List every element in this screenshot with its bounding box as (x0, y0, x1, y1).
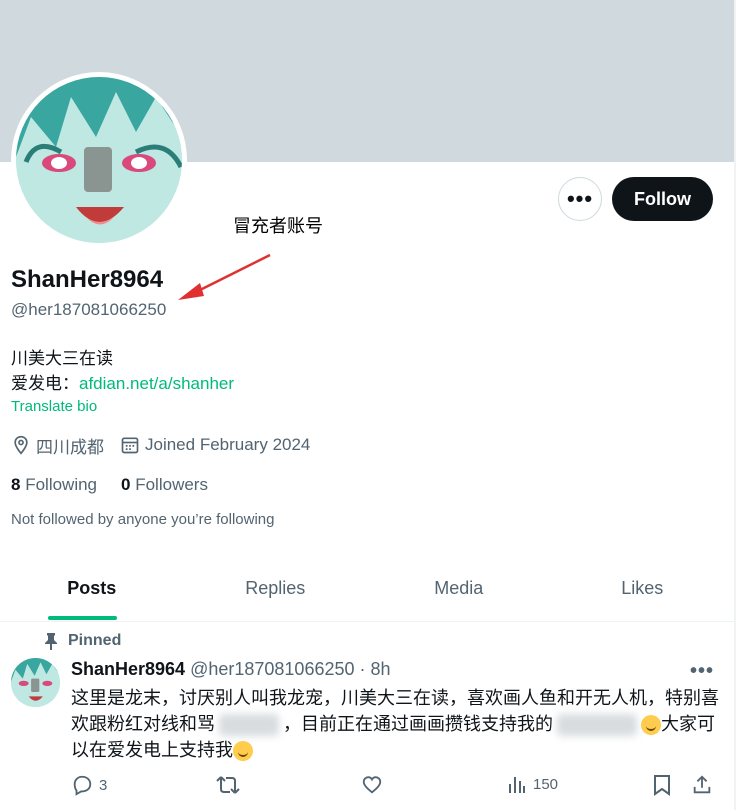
analytics-icon (509, 777, 525, 793)
mutual-followers-note: Not followed by anyone you’re following (11, 511, 275, 528)
tab-likes[interactable]: Likes (551, 556, 735, 621)
tweet-more-icon[interactable]: ••• (690, 660, 714, 683)
bio-link-line: 爱发电：afdian.net/a/shanher (11, 369, 234, 394)
tweet-header: ShanHer8964 @her187081066250 · 8h (71, 659, 391, 680)
reply-button[interactable]: 3 (71, 774, 107, 796)
reply-icon (73, 775, 92, 796)
tweet-avatar-illustration (11, 658, 60, 707)
more-icon: ••• (566, 186, 594, 211)
followers-link[interactable]: 0 Followers (121, 475, 208, 495)
share-button[interactable] (691, 774, 719, 796)
tweet-author-name[interactable]: ShanHer8964 (71, 659, 185, 680)
bookmark-button[interactable] (652, 774, 678, 796)
profile-meta: 四川成都 Joined February 2024 (11, 433, 326, 458)
heart-icon (362, 776, 382, 794)
user-handle: @her187081066250 (11, 300, 167, 319)
repost-icon (216, 776, 240, 794)
bookmark-icon (654, 775, 670, 796)
afdian-link[interactable]: afdian.net/a/shanher (79, 374, 234, 393)
location-text: 四川成都 (36, 437, 104, 457)
calendar-icon (121, 437, 139, 454)
blurred-redaction (557, 714, 637, 737)
profile-tabs: Posts Replies Media Likes (0, 556, 734, 622)
bio-line: 川美大三在读 (11, 349, 113, 368)
view-count: 150 (533, 775, 559, 793)
following-label: Following (25, 475, 98, 494)
tweet-author-meta[interactable]: @her187081066250 · 8h (190, 659, 390, 680)
tweet-text: 这里是龙末，讨厌别人叫我龙宠，川美大三在读，喜欢画人鱼和开无人机，特别喜欢跟粉红… (71, 685, 721, 763)
annotation-arrow-icon (178, 253, 271, 300)
tweet-actions: 3 150 (71, 774, 719, 800)
repost-button[interactable] (216, 774, 246, 796)
more-options-button[interactable]: ••• (558, 177, 602, 221)
followers-count: 0 (121, 475, 131, 494)
followers-label: Followers (135, 475, 208, 494)
tab-media[interactable]: Media (367, 556, 551, 621)
display-name: ShanHer8964 (11, 266, 164, 293)
pin-icon (45, 633, 57, 650)
translate-bio-link[interactable]: Translate bio (11, 398, 97, 415)
tab-replies[interactable]: Replies (184, 556, 368, 621)
following-count: 8 (11, 475, 21, 494)
views-button[interactable]: 150 (507, 774, 558, 794)
tweet-avatar[interactable] (11, 658, 60, 707)
share-icon (693, 775, 711, 794)
location-icon (14, 435, 28, 455)
following-link[interactable]: 8 Following (11, 475, 97, 495)
like-button[interactable] (361, 774, 389, 796)
avatar-illustration (16, 77, 182, 243)
smile-emoji-icon (233, 741, 253, 762)
pinned-label: Pinned (44, 632, 121, 650)
impersonator-annotation: 冒充者账号 (233, 216, 323, 236)
smile-emoji-icon (641, 715, 661, 736)
blurred-redaction (219, 714, 279, 737)
follow-counts: 8 Following 0 Followers (11, 475, 232, 495)
location: 四川成都 (11, 433, 104, 458)
reply-count: 3 (99, 776, 108, 794)
active-tab-indicator (48, 616, 117, 620)
tweet-text-part: ，目前正在通过画画攒钱支持我的 (283, 714, 553, 734)
join-date: Joined February 2024 (120, 435, 310, 455)
avatar[interactable] (16, 77, 182, 243)
tab-posts[interactable]: Posts (0, 556, 184, 621)
join-date-text: Joined February 2024 (145, 435, 311, 454)
pinned-text: Pinned (68, 632, 122, 649)
bio-link-prefix: 爱发电： (11, 374, 79, 393)
follow-button[interactable]: Follow (612, 177, 713, 221)
